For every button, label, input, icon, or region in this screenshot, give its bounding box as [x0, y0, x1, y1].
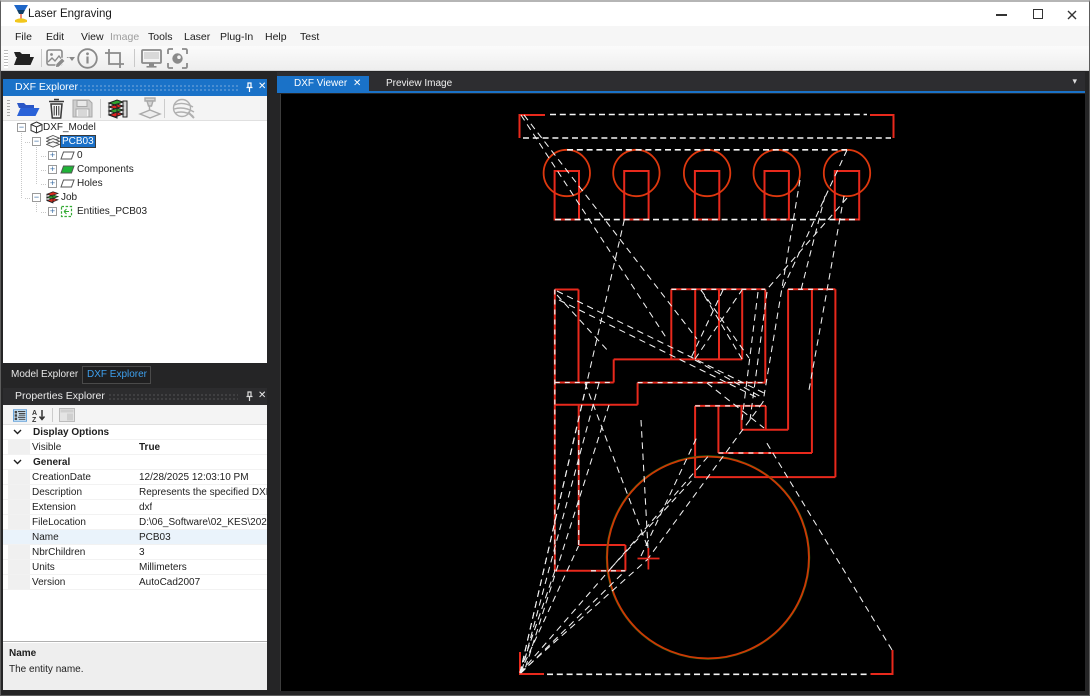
svg-text:A: A	[32, 410, 37, 417]
svg-text:Z: Z	[32, 417, 37, 423]
